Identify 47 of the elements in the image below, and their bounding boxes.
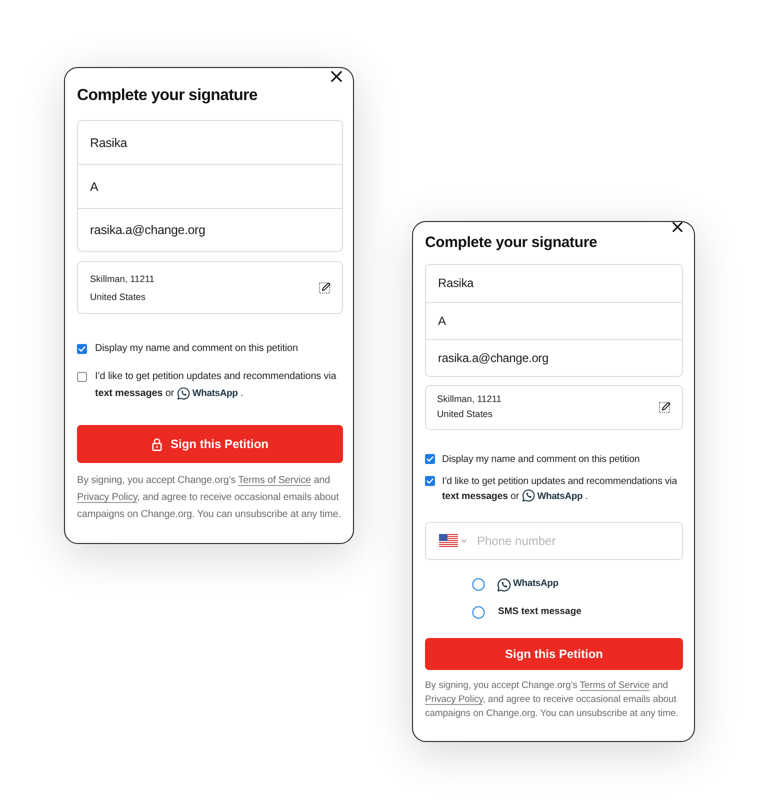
location-text: Skillman, 11211 [90, 272, 154, 286]
chat-phone-icon [522, 489, 535, 502]
edit-icon[interactable] [659, 401, 671, 413]
legal-link[interactable]: Terms of Service [580, 680, 650, 690]
location-card[interactable]: Skillman, 11211 United States [77, 261, 343, 314]
channel-name: SMS text message [498, 605, 582, 620]
input-field[interactable]: Rasika [425, 264, 683, 302]
chevron-down-icon[interactable] [461, 538, 467, 542]
close-icon[interactable] [672, 222, 683, 232]
chat-phone-icon [176, 386, 190, 400]
phone-number-input[interactable]: Phone number [477, 532, 670, 550]
option-label: I’d like to get petition updates and recommendations via text messages or WhatsApp . [95, 370, 338, 402]
channel-name: WhatsApp [513, 577, 558, 592]
checkbox[interactable] [77, 344, 87, 354]
sign-petition-button[interactable]: Sign this Petition [425, 638, 683, 670]
checkbox[interactable] [425, 454, 435, 464]
checkbox[interactable] [425, 476, 435, 486]
channel-name: WhatsApp [537, 490, 583, 502]
legal-link[interactable]: Privacy Policy [77, 492, 138, 503]
chat-phone-icon [497, 578, 511, 592]
option-label: Display my name and comment on this petition [442, 452, 640, 466]
input-field[interactable]: rasika.a@change.org [77, 208, 343, 252]
option-label: I’d like to get petition updates and recommendations via text messages or WhatsApp . [442, 474, 678, 504]
location-text: United States [90, 290, 147, 304]
flag-icon[interactable] [439, 534, 458, 547]
legal-link[interactable]: Privacy Policy [425, 694, 483, 704]
legal-text: By signing, you accept Change.org’s Terms of Service and Privacy Policy, and agree to receive occasional emails about campaigns on Change.org. You can unsubscribe at any time. [425, 678, 680, 720]
input-field[interactable]: rasika.a@change.org [425, 339, 683, 376]
close-icon[interactable] [331, 71, 342, 82]
phone-field[interactable]: Phone number [425, 522, 683, 560]
radio-button[interactable] [472, 578, 485, 591]
input-field[interactable]: Rasika [77, 120, 343, 164]
edit-icon[interactable] [319, 281, 331, 294]
dialog-title: Complete your signature [425, 234, 598, 252]
legal-text: By signing, you accept Change.org’s Terms of Service and Privacy Policy, and agree to receive occasional emails about campaigns on Change.org. You can unsubscribe at any time. [77, 474, 342, 522]
dialog-title: Complete your signature [77, 86, 258, 106]
radio-button[interactable] [472, 606, 485, 619]
legal-link[interactable]: Terms of Service [238, 475, 312, 486]
location-text: United States [437, 408, 494, 421]
location-text: Skillman, 11211 [437, 393, 502, 406]
input-field[interactable]: A [77, 164, 343, 208]
channel-name: WhatsApp [192, 388, 238, 399]
option-label: Display my name and comment on this petition [95, 342, 298, 356]
location-card[interactable]: Skillman, 11211 United States [425, 384, 683, 430]
sign-petition-button[interactable]: Sign this Petition [77, 425, 343, 463]
checkbox[interactable] [77, 372, 87, 382]
input-field[interactable]: A [425, 302, 683, 339]
